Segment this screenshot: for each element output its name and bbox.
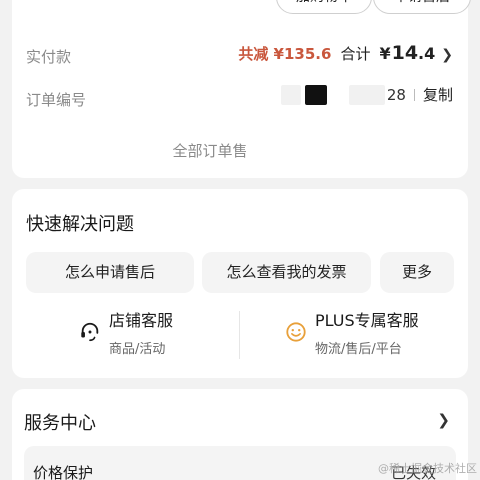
copy-button[interactable]: 复制 [423,84,453,105]
divider [239,311,240,359]
service-text: PLUS专属客服 物流/售后/平台 [315,311,419,357]
service-title: 店铺客服 [109,311,174,330]
faq-chip-more[interactable]: 更多 [380,252,454,293]
section-title: 快速解决问题 [26,214,134,235]
faq-chip-view-invoice[interactable]: 怎么查看我的发票 [202,252,371,293]
service-subtitle: 物流/售后/平台 [315,342,402,357]
price-protection-label: 价格保护 [33,464,94,480]
service-title: PLUS专属客服 [315,311,419,330]
service-text: 店铺客服 商品/活动 [109,311,173,357]
watermark: @稀土掘金技术社区 [378,462,477,475]
total-currency: ¥ [379,44,391,63]
order-card: 加购物车 申请售后 实付款 共减 ¥135.6 合计 ¥ 14 .4 ❯ 订单编… [12,0,471,178]
all-after-sale-link[interactable]: 全部订单售 [12,140,468,161]
apply-after-sale-button[interactable]: 申请售后 [373,0,471,14]
redaction-mask [304,84,327,105]
add-to-cart-button[interactable]: 加购物车 [276,0,372,14]
faq-chip-apply-after-sale[interactable]: 怎么申请售后 [26,252,194,293]
order-number-label: 订单编号 [26,91,87,109]
discount-amount: 共减 ¥135.6 [238,45,332,63]
payment-summary[interactable]: 共减 ¥135.6 合计 ¥ 14 .4 ❯ [238,42,453,64]
redaction-mask [348,84,385,105]
section-title: 服务中心 [24,413,96,434]
chevron-right-icon[interactable]: ❯ [437,411,450,429]
chevron-right-icon[interactable]: ❯ [441,47,453,63]
redaction-mask [280,84,301,105]
store-customer-service[interactable]: 店铺客服 商品/活动 [79,311,173,357]
order-number-tail: 28 [386,85,406,104]
divider [413,88,415,101]
total-label: 合计 [340,45,371,63]
plus-customer-service[interactable]: PLUS专属客服 物流/售后/平台 [285,311,419,357]
total-amount-integer: 14 [391,42,419,64]
service-subtitle: 商品/活动 [109,342,166,357]
headset-icon [81,322,99,342]
smile-icon [286,322,306,342]
quick-help-card: 快速解决问题 怎么申请售后 怎么查看我的发票 更多 店铺客服 商品/活动 PLU… [12,189,468,378]
total-amount-decimal: .4 [418,44,436,63]
paid-amount-label: 实付款 [26,48,72,66]
order-number: 28 复制 [280,84,453,105]
